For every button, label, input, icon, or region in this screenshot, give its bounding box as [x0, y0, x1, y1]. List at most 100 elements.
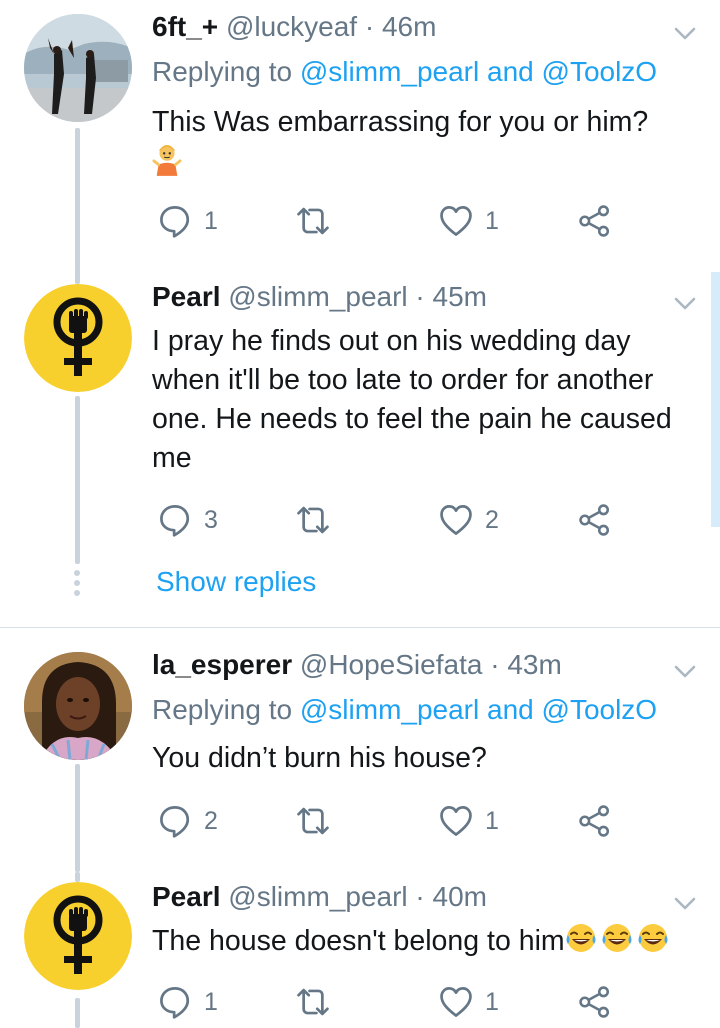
avatar[interactable] [24, 652, 132, 760]
display-name[interactable]: Pearl [152, 881, 221, 912]
tweet-4[interactable]: Pearl @slimm_pearl · 40m The house doesn… [0, 872, 720, 1028]
like-count: 1 [485, 988, 499, 1016]
mention-link[interactable]: @slimm_pearl [300, 694, 479, 725]
tweet-actions: 1 1 [152, 982, 622, 1022]
chevron-down-icon[interactable] [672, 20, 698, 46]
retweet-icon [294, 985, 332, 1019]
thread-line [75, 270, 80, 284]
like-button[interactable]: 2 [439, 500, 499, 540]
like-button[interactable]: 1 [439, 982, 499, 1022]
like-count: 1 [485, 807, 499, 835]
retweet-button[interactable] [294, 982, 332, 1022]
tweet-header: Pearl @slimm_pearl · 40m [152, 880, 690, 914]
tweet-actions: 1 1 [152, 201, 622, 241]
retweet-button[interactable] [294, 801, 332, 841]
tweet-1[interactable]: 6ft_+ @luckyeaf · 46m Replying to @slimm… [0, 0, 720, 272]
share-button[interactable] [578, 801, 612, 841]
retweet-button[interactable] [294, 201, 332, 241]
heart-icon [439, 204, 473, 238]
avatar[interactable] [24, 882, 132, 990]
chevron-down-icon[interactable] [672, 290, 698, 316]
reply-button[interactable]: 2 [158, 801, 218, 841]
tears-of-joy-emoji [565, 922, 597, 954]
thread-line [75, 764, 80, 872]
share-button[interactable] [578, 982, 612, 1022]
tweet-text: This Was embarrassing for you or him? [152, 103, 697, 183]
separator-dot: · [364, 11, 375, 42]
avatar[interactable] [24, 14, 132, 122]
share-button[interactable] [578, 201, 612, 241]
tweet-3[interactable]: la_esperer @HopeSiefata · 43m Replying t… [0, 628, 720, 872]
separator-dot: · [415, 281, 425, 312]
avatar[interactable] [24, 284, 132, 392]
and-link[interactable]: and [487, 56, 534, 87]
mention-link[interactable]: @ToolzO [542, 694, 658, 725]
reply-count: 1 [204, 207, 218, 235]
retweet-icon [294, 204, 332, 238]
tweet-actions: 2 1 [152, 801, 622, 841]
tears-of-joy-emoji [601, 922, 633, 954]
user-handle[interactable]: @HopeSiefata [300, 649, 483, 680]
display-name[interactable]: 6ft_+ [152, 11, 218, 42]
share-icon [578, 503, 612, 537]
reply-icon [158, 204, 192, 238]
heart-icon [439, 804, 473, 838]
reply-count: 3 [204, 506, 218, 534]
tweet-2[interactable]: Pearl @slimm_pearl · 45m I pray he finds… [0, 270, 720, 626]
user-handle[interactable]: @luckyeaf [226, 11, 357, 42]
reply-button[interactable]: 1 [158, 201, 218, 241]
display-name[interactable]: la_esperer [152, 649, 292, 680]
separator-dot: · [415, 881, 425, 912]
thread-line [75, 128, 80, 272]
reply-button[interactable]: 1 [158, 982, 218, 1022]
separator-dot: · [490, 649, 500, 680]
person-shrugging-emoji [152, 142, 182, 176]
and-link[interactable]: and [487, 694, 534, 725]
chevron-down-icon[interactable] [672, 658, 698, 684]
like-count: 1 [485, 207, 499, 235]
share-icon [578, 204, 612, 238]
replying-to: Replying to @slimm_pearl and @ToolzO [152, 55, 657, 89]
tweet-text: You didn’t burn his house? [152, 742, 487, 774]
reply-count: 1 [204, 988, 218, 1016]
tweet-text-content: The house doesn't belong to him [152, 925, 565, 957]
share-button[interactable] [578, 500, 612, 540]
replying-to-label: Replying to [152, 694, 293, 725]
tweet-header: Pearl @slimm_pearl · 45m [152, 280, 690, 314]
reply-icon [158, 804, 192, 838]
share-icon [578, 804, 612, 838]
show-replies-link[interactable]: Show replies [156, 565, 316, 599]
user-handle[interactable]: @slimm_pearl [228, 281, 407, 312]
like-button[interactable]: 1 [439, 201, 499, 241]
tweet-header: la_esperer @HopeSiefata · 43m [152, 648, 690, 682]
reply-count: 2 [204, 807, 218, 835]
replying-to-label: Replying to [152, 56, 293, 87]
timestamp[interactable]: 43m [507, 649, 561, 680]
like-count: 2 [485, 506, 499, 534]
timestamp[interactable]: 45m [433, 281, 487, 312]
retweet-button[interactable] [294, 500, 332, 540]
reply-icon [158, 985, 192, 1019]
reply-button[interactable]: 3 [158, 500, 218, 540]
reply-icon [158, 503, 192, 537]
tweet-header: 6ft_+ @luckyeaf · 46m [152, 10, 690, 44]
replying-to: Replying to @slimm_pearl and @ToolzO [152, 693, 657, 727]
thread-line [75, 998, 80, 1028]
user-handle[interactable]: @slimm_pearl [228, 881, 407, 912]
scrollbar[interactable] [711, 272, 720, 527]
display-name[interactable]: Pearl [152, 281, 221, 312]
tweet-text: The house doesn't belong to him [152, 922, 697, 961]
timestamp[interactable]: 40m [433, 881, 487, 912]
mention-link[interactable]: @ToolzO [542, 56, 658, 87]
heart-icon [439, 503, 473, 537]
share-icon [578, 985, 612, 1019]
heart-icon [439, 985, 473, 1019]
timestamp[interactable]: 46m [382, 11, 436, 42]
like-button[interactable]: 1 [439, 801, 499, 841]
mention-link[interactable]: @slimm_pearl [300, 56, 479, 87]
thread-line [75, 396, 80, 564]
retweet-icon [294, 804, 332, 838]
tweet-text-content: This Was embarrassing for you or him? [152, 106, 649, 138]
chevron-down-icon[interactable] [672, 890, 698, 916]
more-replies-dots [73, 570, 82, 600]
